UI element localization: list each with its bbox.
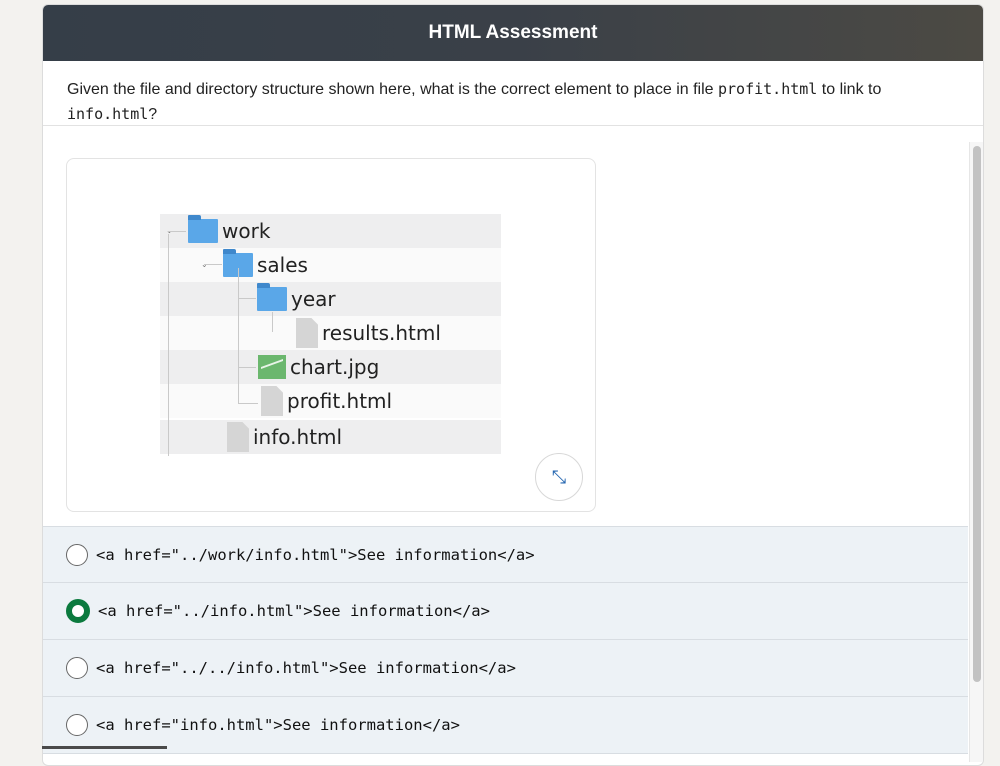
tree-label-results: results.html	[322, 321, 441, 345]
answer-option-text: <a href="../work/info.html">See informat…	[96, 545, 535, 564]
assessment-header: HTML Assessment	[43, 5, 983, 61]
answer-option[interactable]: <a href="info.html">See information</a>	[43, 697, 968, 754]
answer-option[interactable]: <a href="../work/info.html">See informat…	[43, 526, 968, 583]
question-prompt: Given the file and directory structure s…	[43, 61, 983, 126]
tree-label-profit: profit.html	[287, 389, 393, 413]
radio-button-selected[interactable]	[66, 599, 90, 623]
expand-image-button[interactable]: ⤡	[535, 453, 583, 501]
folder-icon	[188, 215, 218, 243]
tree-guide-line	[272, 312, 273, 332]
question-text: Given the file and directory structure s…	[67, 81, 718, 98]
tree-label-chart: chart.jpg	[290, 355, 380, 379]
tree-row-year: year	[160, 282, 501, 316]
file-icon	[227, 422, 249, 452]
directory-image: ⌄ work ⌄ sales year	[66, 158, 596, 512]
answer-option-text: <a href="../info.html">See information</…	[98, 602, 490, 620]
question-mark: ?	[148, 106, 158, 123]
directory-tree: ⌄ work ⌄ sales year	[160, 214, 501, 456]
tree-guide-line	[238, 403, 258, 404]
file-icon	[296, 318, 318, 348]
tree-guide-line	[238, 268, 239, 404]
radio-button[interactable]	[66, 657, 88, 679]
tree-row-info: info.html	[160, 420, 501, 454]
tree-row-sales: ⌄ sales	[160, 248, 501, 282]
page-title: HTML Assessment	[428, 22, 598, 43]
tree-guide-line	[168, 234, 169, 456]
expand-icon: ⤡	[551, 466, 567, 487]
answer-option[interactable]: <a href="../../info.html">See informatio…	[43, 640, 968, 697]
tree-row-results: results.html	[160, 316, 501, 350]
tree-label-year: year	[291, 287, 336, 311]
assessment-card: HTML Assessment Given the file and direc…	[42, 4, 984, 766]
tree-row-profit: profit.html	[160, 384, 501, 418]
question-text-middle: to link to	[817, 81, 882, 98]
tree-label-info: info.html	[253, 425, 343, 449]
question-code-profit: profit.html	[717, 80, 818, 98]
radio-button[interactable]	[66, 714, 88, 736]
tree-label-sales: sales	[257, 253, 308, 277]
answer-option-text: <a href="info.html">See information</a>	[96, 716, 460, 734]
image-icon	[258, 355, 286, 379]
scrollbar[interactable]	[969, 142, 983, 762]
answer-options: <a href="../work/info.html">See informat…	[43, 526, 968, 754]
radio-button[interactable]	[66, 543, 88, 566]
scrollbar-thumb[interactable]	[973, 146, 981, 682]
tree-row-work: ⌄ work	[160, 214, 501, 248]
answer-option[interactable]: <a href="../info.html">See information</…	[43, 583, 968, 640]
tree-guide-line	[204, 264, 222, 265]
tree-row-chart: chart.jpg	[160, 350, 501, 384]
answer-option-text: <a href="../../info.html">See informatio…	[96, 659, 516, 677]
tree-guide-line	[238, 298, 256, 299]
question-content: ⌄ work ⌄ sales year	[43, 142, 983, 765]
tree-label-work: work	[222, 219, 271, 243]
question-code-info: info.html	[67, 105, 149, 123]
folder-icon	[257, 283, 287, 311]
file-icon	[261, 386, 283, 416]
tree-guide-line	[238, 367, 256, 368]
tree-guide-line	[168, 231, 186, 232]
